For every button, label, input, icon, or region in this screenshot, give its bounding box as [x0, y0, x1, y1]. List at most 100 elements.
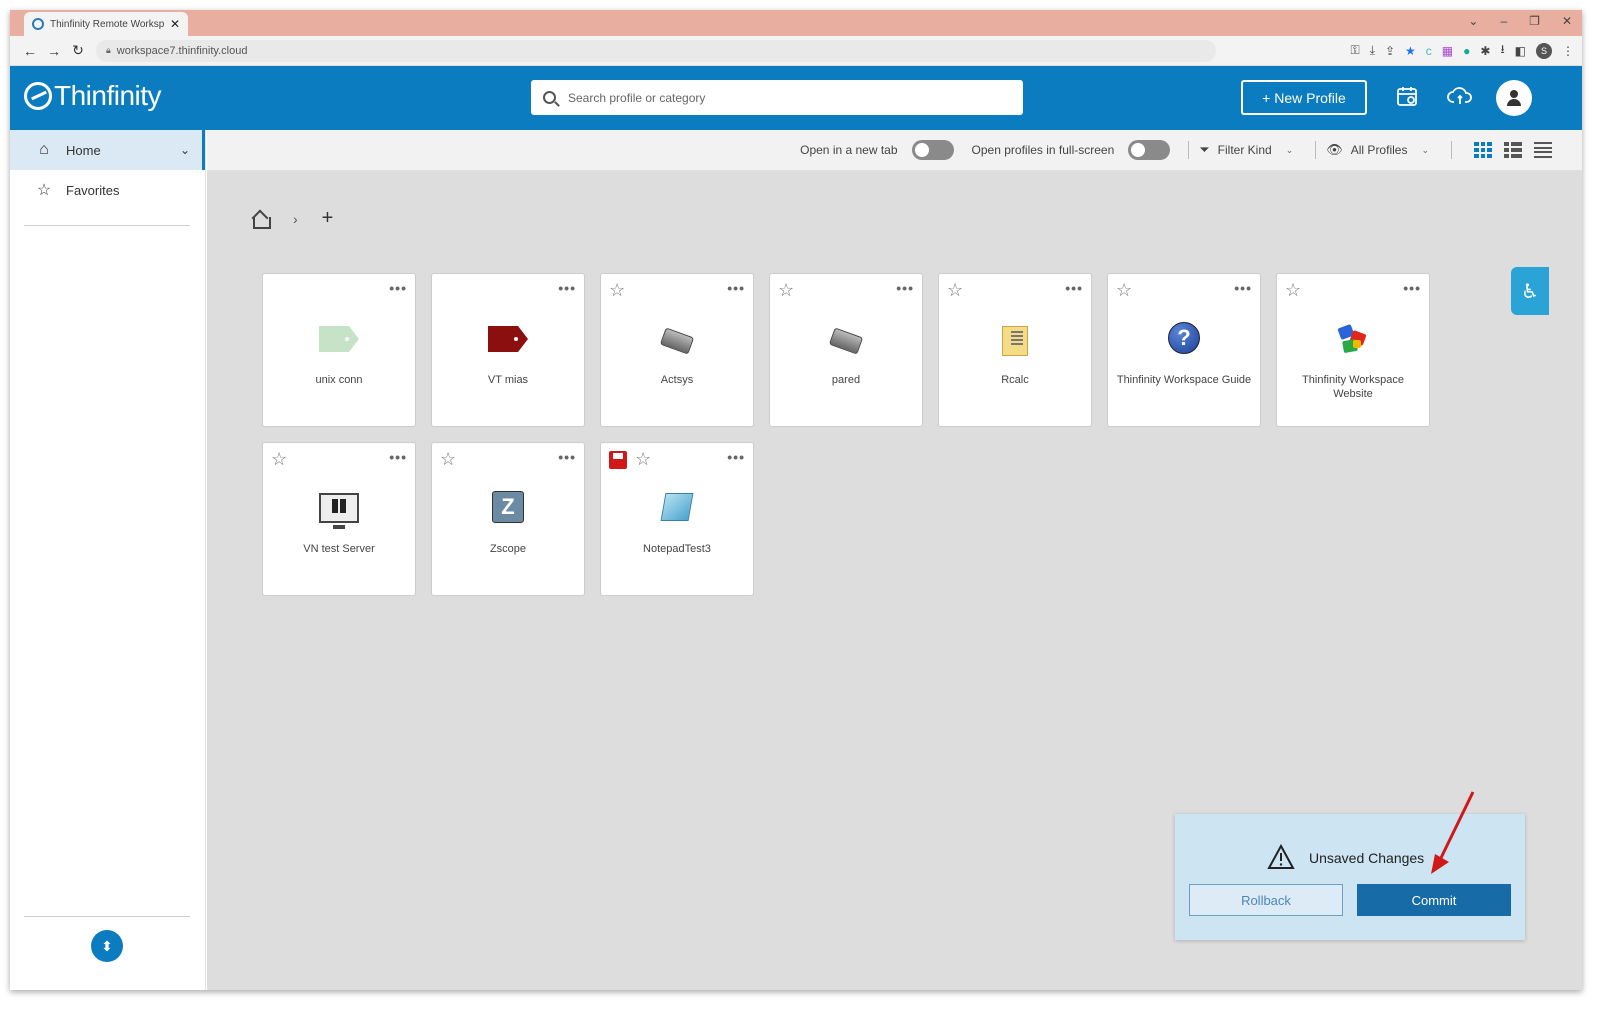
profile-label: unix conn — [315, 374, 363, 386]
extension-green-icon[interactable]: ● — [1463, 44, 1470, 58]
lock-icon[interactable]: 🔒︎ — [106, 45, 111, 56]
favorite-star-icon[interactable]: ☆ — [609, 280, 625, 301]
new-profile-button[interactable]: + New Profile — [1241, 80, 1367, 115]
sidebar: ⌂ Home ⌄ ☆ Favorites ⬍ — [10, 130, 206, 990]
toolbar-divider — [1451, 141, 1452, 159]
logo[interactable]: Thinfinity — [24, 80, 162, 112]
favorite-star-icon[interactable]: ☆ — [635, 449, 651, 470]
unsaved-disk-icon — [609, 451, 627, 469]
profile-label: Rcalc — [1001, 374, 1029, 386]
calendar-icon[interactable] — [1393, 84, 1421, 112]
close-window-icon[interactable]: ✕ — [1562, 14, 1572, 28]
install-icon[interactable]: ⤓ — [1370, 43, 1375, 58]
list-view-icon[interactable] — [1534, 142, 1552, 158]
pin-icon: ⬍ — [101, 937, 113, 954]
profile-card[interactable]: ☆ ••• NotepadTest3 — [600, 442, 754, 596]
more-options-icon[interactable]: ••• — [1403, 280, 1421, 296]
more-options-icon[interactable]: ••• — [389, 449, 407, 465]
app-header: Thinfinity + New Profile — [10, 66, 1582, 130]
favorite-star-icon[interactable]: ☆ — [1285, 280, 1301, 301]
extension-c-icon[interactable]: c — [1426, 44, 1432, 58]
more-options-icon[interactable]: ••• — [727, 449, 745, 465]
chevron-down-icon[interactable]: ⌄ — [1421, 145, 1429, 156]
download-icon[interactable]: ⭳ — [1500, 40, 1504, 61]
star-icon: ☆ — [36, 182, 52, 199]
search-input[interactable] — [568, 90, 988, 105]
profile-card[interactable]: ••• unix conn — [262, 273, 416, 427]
profile-label: VN test Server — [303, 543, 375, 555]
forward-icon[interactable]: → — [42, 43, 66, 59]
favorite-star-icon[interactable]: ☆ — [947, 280, 963, 301]
profile-card[interactable]: ☆ ••• Thinfinity Workspace Website — [1276, 273, 1430, 427]
more-options-icon[interactable]: ••• — [389, 280, 407, 296]
grid-view-icon[interactable] — [1474, 142, 1492, 158]
cloud-sync-icon[interactable] — [1446, 84, 1474, 112]
toolbar-divider — [1315, 141, 1317, 159]
profile-card[interactable]: ☆ ••• VN test Server — [262, 442, 416, 596]
more-options-icon[interactable]: ••• — [1234, 280, 1252, 296]
logo-text: Thinfinity — [54, 80, 162, 111]
add-category-button[interactable]: + — [322, 207, 334, 230]
favorite-star-icon[interactable]: ☆ — [271, 449, 287, 470]
accessibility-icon: ♿︎ — [1521, 280, 1539, 303]
open-new-tab-toggle[interactable] — [911, 140, 954, 160]
profile-card[interactable]: ☆ ••• pared — [769, 273, 923, 427]
more-options-icon[interactable]: ••• — [727, 280, 745, 296]
reload-icon[interactable]: ↻ — [66, 42, 90, 59]
fullscreen-toggle[interactable] — [1128, 140, 1171, 160]
sidepanel-icon[interactable]: ◧ — [1515, 44, 1526, 58]
browser-profile-avatar[interactable]: S — [1536, 42, 1552, 59]
pin-sidebar-button[interactable]: ⬍ — [91, 930, 123, 962]
profile-card[interactable]: ••• VT mias — [431, 273, 585, 427]
chevron-down-icon[interactable]: ⌄ — [1286, 145, 1294, 156]
url-field[interactable]: 🔒︎ workspace7.thinfinity.cloud — [96, 39, 1216, 62]
notepad-icon — [660, 493, 694, 521]
extension-grid-icon[interactable]: ▦ — [1442, 44, 1453, 58]
tag-red-icon — [488, 326, 528, 352]
profile-card[interactable]: ☆ ••• ? Thinfinity Workspace Guide — [1107, 273, 1261, 427]
profile-card[interactable]: ☆ ••• Rcalc — [938, 273, 1092, 427]
user-avatar[interactable] — [1496, 80, 1532, 116]
key-icon[interactable]: ⚿ — [1351, 43, 1360, 58]
rollback-button[interactable]: Rollback — [1189, 884, 1343, 916]
toolbar: Open in a new tab Open profiles in full-… — [207, 130, 1582, 171]
breadcrumb-home-icon[interactable] — [251, 210, 271, 229]
warning-icon — [1267, 843, 1295, 870]
profile-card[interactable]: ☆ ••• Actsys — [600, 273, 754, 427]
profile-label: VT mias — [487, 374, 529, 386]
bookmark-star-icon[interactable]: ★ — [1405, 44, 1416, 58]
browser-menu-icon[interactable]: ⋮ — [1562, 44, 1574, 58]
favorite-star-icon[interactable]: ☆ — [440, 449, 456, 470]
sidebar-item-home[interactable]: ⌂ Home ⌄ — [10, 130, 205, 170]
share-icon[interactable]: ⇪ — [1385, 44, 1395, 58]
chevron-down-icon[interactable]: ⌄ — [180, 143, 190, 157]
more-options-icon[interactable]: ••• — [558, 280, 576, 296]
favorite-star-icon[interactable]: ☆ — [1116, 280, 1132, 301]
restore-icon[interactable]: ❐ — [1529, 14, 1540, 28]
window-controls: ⌄ – ❐ ✕ — [1468, 14, 1572, 28]
more-options-icon[interactable]: ••• — [558, 449, 576, 465]
tab-close-icon[interactable]: ✕ — [170, 17, 180, 31]
browser-tabstrip: Thinfinity Remote Worksp ✕ ⌄ – ❐ ✕ — [10, 10, 1582, 36]
minimize-icon[interactable]: – — [1500, 14, 1507, 28]
unsaved-changes-title: Unsaved Changes — [1309, 850, 1425, 866]
thinfinity-favicon-icon — [32, 18, 44, 30]
puzzle-icon[interactable]: ✱ — [1480, 44, 1490, 58]
profile-card[interactable]: ☆ ••• Z Zscope — [431, 442, 585, 596]
calculator-icon — [1002, 326, 1028, 356]
favorite-star-icon[interactable]: ☆ — [778, 280, 794, 301]
commit-button[interactable]: Commit — [1357, 884, 1511, 916]
chip-icon — [828, 326, 864, 355]
all-profiles-dropdown[interactable]: All Profiles — [1351, 143, 1408, 157]
accessibility-button[interactable]: ♿︎ — [1511, 267, 1549, 315]
breadcrumb-separator: › — [293, 210, 298, 227]
back-icon[interactable]: ← — [18, 43, 42, 59]
tab-search-icon[interactable]: ⌄ — [1468, 14, 1478, 28]
filter-kind-dropdown[interactable]: Filter Kind — [1218, 143, 1272, 157]
sidebar-item-favorites[interactable]: ☆ Favorites — [10, 170, 205, 210]
browser-tab[interactable]: Thinfinity Remote Worksp ✕ — [24, 12, 188, 36]
address-bar: ← → ↻ 🔒︎ workspace7.thinfinity.cloud ⚿ ⤓… — [10, 36, 1582, 66]
detail-view-icon[interactable] — [1504, 142, 1522, 158]
more-options-icon[interactable]: ••• — [1065, 280, 1083, 296]
more-options-icon[interactable]: ••• — [896, 280, 914, 296]
